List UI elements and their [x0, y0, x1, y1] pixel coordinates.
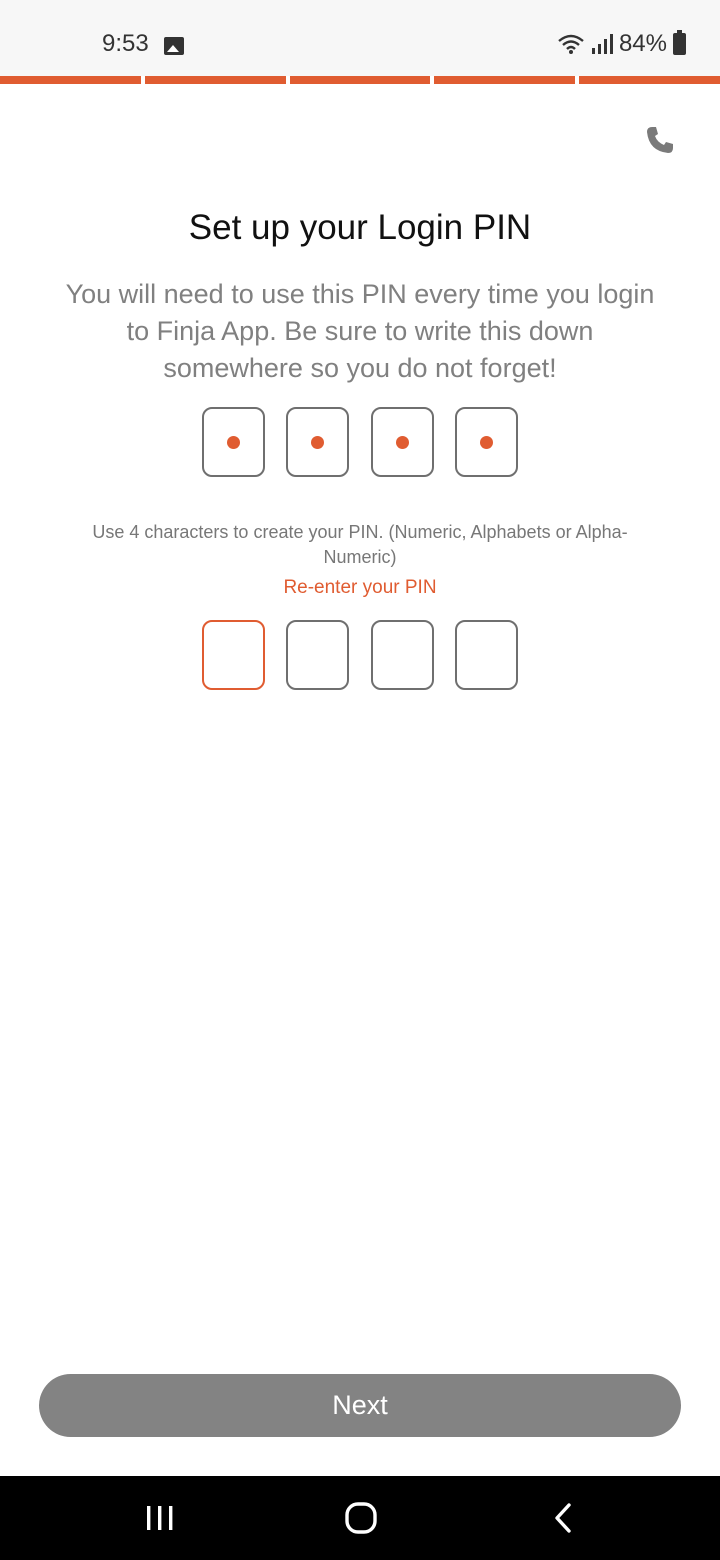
signal-icon — [591, 34, 613, 54]
pin-hint: Use 4 characters to create your PIN. (Nu… — [92, 522, 628, 567]
page-title: Set up your Login PIN — [188, 208, 532, 247]
status-time: 9:53 — [102, 30, 149, 57]
progress-segment — [289, 76, 431, 84]
reenter-pin-box[interactable] — [202, 620, 265, 690]
progress-segment — [144, 76, 286, 84]
wifi-icon — [558, 34, 584, 54]
reenter-pin-box[interactable] — [454, 620, 518, 690]
back-button[interactable] — [523, 1476, 603, 1560]
status-indicators: 84% — [557, 30, 686, 58]
home-button[interactable] — [321, 1476, 401, 1560]
reenter-label: Re-enter your PIN — [283, 577, 437, 598]
pin-input-group[interactable] — [202, 407, 518, 477]
phone-icon[interactable] — [644, 124, 676, 156]
system-nav-bar — [0, 1476, 720, 1560]
pin-box[interactable] — [370, 407, 434, 477]
pin-dot — [227, 435, 240, 449]
reenter-pin-box[interactable] — [370, 620, 434, 690]
battery-percent: 84% — [618, 30, 667, 57]
pin-box[interactable] — [202, 407, 265, 477]
battery-icon — [673, 30, 686, 55]
pin-dot — [311, 435, 325, 449]
progress-segment — [0, 76, 141, 84]
progress-segment — [579, 76, 720, 84]
pin-box[interactable] — [454, 407, 518, 477]
pin-box[interactable] — [286, 407, 350, 477]
back-icon — [555, 1503, 571, 1533]
step-progress — [0, 76, 720, 84]
progress-segment — [434, 76, 576, 84]
pin-dot — [395, 435, 409, 449]
home-icon — [345, 1502, 377, 1534]
recent-apps-icon — [147, 1506, 173, 1530]
page-subtitle: You will need to use this PIN every time… — [65, 279, 655, 383]
pin-dot — [479, 435, 493, 449]
recent-apps-button[interactable] — [120, 1476, 200, 1560]
reenter-pin-input-group[interactable] — [202, 620, 518, 690]
status-bar: 9:53 84% — [0, 0, 720, 76]
gallery-icon — [164, 37, 184, 55]
next-button[interactable]: Next — [39, 1374, 681, 1437]
reenter-pin-box[interactable] — [286, 620, 350, 690]
